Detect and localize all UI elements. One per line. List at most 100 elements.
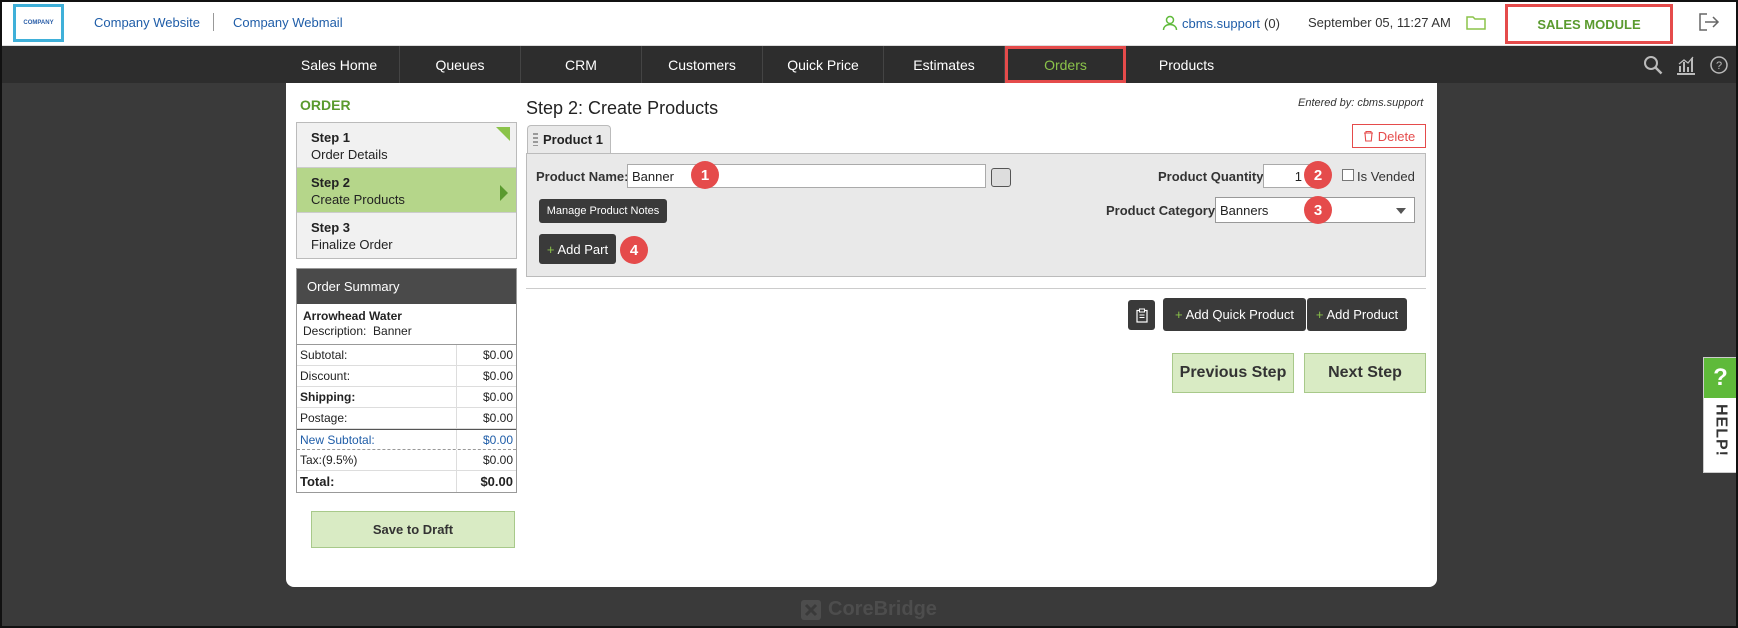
nav-sales-home[interactable]: Sales Home xyxy=(279,46,400,83)
user-icon xyxy=(1162,15,1178,31)
row-value: $0.00 xyxy=(482,369,513,383)
row-value: $0.00 xyxy=(482,411,513,425)
callout-badge-1: 1 xyxy=(691,161,719,189)
summary-row-discount: Discount: $0.00 xyxy=(297,366,516,387)
row-value: $0.00 xyxy=(482,432,513,447)
divider xyxy=(526,288,1426,289)
plus-icon: + xyxy=(1175,307,1183,322)
order-summary: Order Summary Arrowhead Water Descriptio… xyxy=(296,268,517,493)
svg-text:?: ? xyxy=(1716,60,1722,72)
clipboard-button[interactable] xyxy=(1128,300,1155,330)
summary-row-subtotal: Subtotal: $0.00 xyxy=(297,345,516,366)
delete-button[interactable]: Delete xyxy=(1352,124,1426,148)
sales-module-button[interactable]: SALES MODULE xyxy=(1505,4,1673,44)
step-title: Step 1 xyxy=(311,130,351,145)
active-arrow-icon xyxy=(500,185,508,201)
callout-badge-2: 2 xyxy=(1304,161,1332,189)
clipboard-icon xyxy=(1135,308,1148,323)
row-label: Total: xyxy=(300,471,457,492)
summary-row-postage: Postage: $0.00 xyxy=(297,408,516,429)
row-label: Tax:(9.5%) xyxy=(300,450,457,470)
tab-product-1[interactable]: Product 1 xyxy=(527,125,611,153)
product-quantity-label: Product Quantity: xyxy=(1158,169,1268,184)
company-webmail-link[interactable]: Company Webmail xyxy=(233,15,343,30)
company-website-link[interactable]: Company Website xyxy=(94,15,200,30)
nav-crm[interactable]: CRM xyxy=(521,46,642,83)
entered-by: Entered by: cbms.support xyxy=(1298,97,1424,109)
nav-quick-price[interactable]: Quick Price xyxy=(763,46,884,83)
analytics-icon[interactable] xyxy=(1675,54,1697,76)
complete-corner-icon xyxy=(496,127,510,141)
help-circle-icon[interactable]: ? xyxy=(1708,54,1730,76)
divider xyxy=(213,13,214,31)
row-label: New Subtotal: xyxy=(300,430,457,449)
description-value: Banner xyxy=(373,324,412,338)
next-step-button[interactable]: Next Step xyxy=(1304,353,1426,393)
trash-icon xyxy=(1363,130,1373,142)
row-value: $0.00 xyxy=(482,453,513,467)
row-label: Subtotal: xyxy=(300,345,457,365)
notes-icon[interactable] xyxy=(991,168,1011,187)
step-title: Step 2 xyxy=(311,175,351,190)
row-label: Postage: xyxy=(300,408,457,428)
summary-row-tax: Tax:(9.5%) $0.00 xyxy=(297,450,516,471)
row-value: $0.00 xyxy=(482,348,513,362)
add-part-button[interactable]: + Add Part xyxy=(539,234,616,264)
product-category-label: Product Category: xyxy=(1106,203,1220,218)
add-part-label: Add Part xyxy=(557,241,609,257)
username: cbms.support xyxy=(1182,15,1261,31)
add-quick-product-button[interactable]: + Add Quick Product xyxy=(1163,298,1306,331)
product-name-input[interactable]: Banner xyxy=(627,164,986,188)
step-label: Finalize Order xyxy=(311,237,393,252)
callout-badge-4: 4 xyxy=(620,236,648,264)
step-label: Order Details xyxy=(311,147,388,162)
manage-product-notes-button[interactable]: Manage Product Notes xyxy=(539,199,667,223)
drag-handle-icon[interactable] xyxy=(533,133,538,146)
datetime: September 05, 11:27 AM xyxy=(1308,15,1451,30)
corebridge-logo: CoreBridge xyxy=(800,598,937,621)
summary-row-shipping: Shipping: $0.00 xyxy=(297,387,516,408)
help-label: HELP! xyxy=(1712,404,1730,457)
row-label: Shipping: xyxy=(300,387,457,407)
nav-orders[interactable]: Orders xyxy=(1005,46,1126,83)
nav-products[interactable]: Products xyxy=(1126,46,1247,83)
summary-row-new-subtotal: New Subtotal: $0.00 xyxy=(297,429,516,450)
save-to-draft-button[interactable]: Save to Draft xyxy=(311,511,515,548)
delete-label: Delete xyxy=(1377,128,1416,144)
product-name-value: Banner xyxy=(632,168,674,184)
page-title: Step 2: Create Products xyxy=(526,98,719,118)
is-vended-label: Is Vended xyxy=(1357,169,1415,184)
row-value: $0.00 xyxy=(482,390,513,404)
step-2[interactable]: Step 2 Create Products xyxy=(297,168,516,213)
nav-customers[interactable]: Customers xyxy=(642,46,763,83)
step-title: Step 3 xyxy=(311,220,351,235)
nav-estimates[interactable]: Estimates xyxy=(884,46,1005,83)
nav-queues[interactable]: Queues xyxy=(400,46,521,83)
description-label: Description: xyxy=(303,324,367,338)
company-logo[interactable]: COMPANY xyxy=(13,4,64,42)
order-heading: ORDER xyxy=(300,97,351,113)
callout-badge-3: 3 xyxy=(1304,196,1332,224)
help-tab[interactable]: ? HELP! xyxy=(1703,357,1738,473)
plus-icon: + xyxy=(1315,307,1324,322)
customer-info: Arrowhead Water Description: Banner xyxy=(297,304,516,345)
add-product-button[interactable]: + Add Product xyxy=(1307,298,1407,331)
corebridge-icon xyxy=(801,599,821,620)
step-list: Step 1 Order Details Step 2 Create Produ… xyxy=(296,122,517,259)
is-vended-checkbox[interactable] xyxy=(1342,169,1354,181)
chevron-down-icon xyxy=(1396,208,1406,214)
search-icon[interactable] xyxy=(1642,54,1664,76)
main-nav: Sales Home Queues CRM Customers Quick Pr… xyxy=(2,46,1736,83)
step-1[interactable]: Step 1 Order Details xyxy=(297,123,516,168)
product-category-value: Banners xyxy=(1220,202,1269,218)
logout-icon[interactable] xyxy=(1698,12,1720,32)
previous-step-button[interactable]: Previous Step xyxy=(1172,353,1294,393)
row-value: $0.00 xyxy=(480,474,513,489)
step-3[interactable]: Step 3 Finalize Order xyxy=(297,213,516,258)
logo-text: COMPANY xyxy=(23,20,54,26)
user-menu[interactable]: cbms.support (0) xyxy=(1162,15,1280,31)
corebridge-text: CoreBridge xyxy=(828,598,937,620)
question-icon: ? xyxy=(1704,358,1737,398)
top-bar: COMPANY Company Website Company Webmail … xyxy=(0,0,1738,46)
folder-icon[interactable] xyxy=(1466,14,1486,30)
